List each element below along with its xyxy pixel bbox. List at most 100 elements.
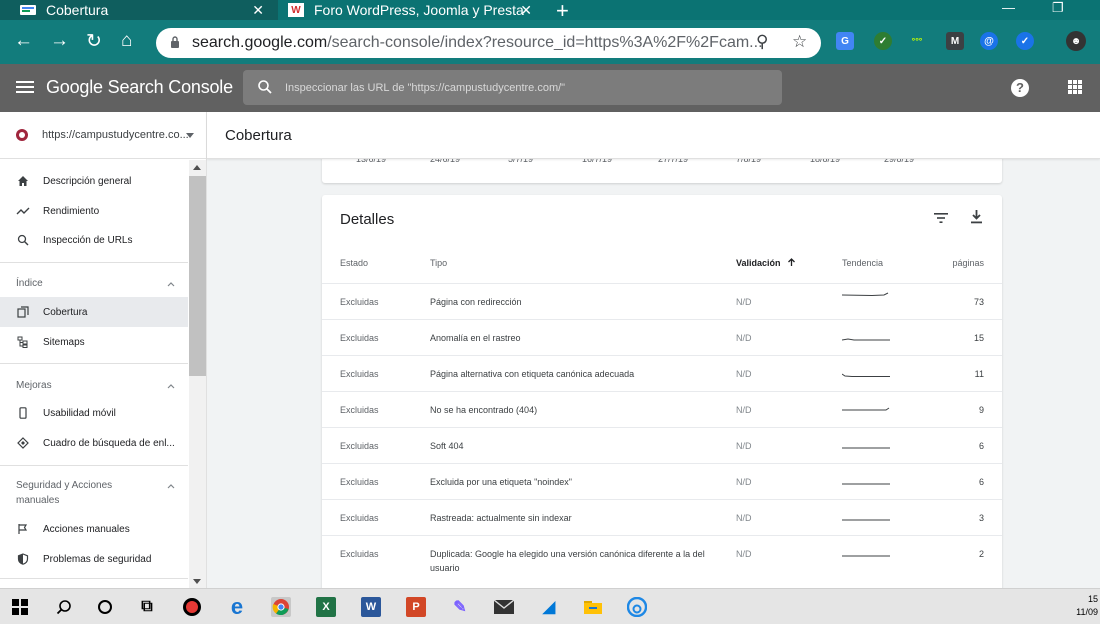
cell-estado: Excluidas — [340, 513, 379, 523]
reload-icon[interactable]: ↻ — [86, 30, 102, 53]
menu-icon[interactable] — [16, 78, 34, 98]
notes-icon[interactable]: ◢ — [539, 597, 559, 617]
profile-avatar-icon[interactable]: ☻ — [1066, 31, 1086, 51]
maximize-icon[interactable]: ❐ — [1052, 0, 1064, 16]
clock-time: 15 — [1087, 594, 1098, 604]
apps-grid-icon[interactable] — [1068, 80, 1082, 94]
trend-sparkline — [842, 483, 890, 485]
word-icon[interactable]: W — [361, 597, 381, 617]
sidebar-item-security-issues[interactable]: Problemas de seguridad — [0, 544, 188, 574]
table-row[interactable]: Excluidas Página con redirección N/D 73 — [322, 283, 1002, 319]
sitelinks-icon — [16, 436, 30, 450]
lock-icon — [171, 36, 179, 48]
chrome-icon[interactable] — [271, 597, 291, 617]
trend-sparkline — [842, 373, 890, 377]
clock-date: 11/09 — [1076, 607, 1098, 617]
seo-extension-icon[interactable]: °°° — [908, 32, 926, 50]
sidebar-item-label: Acciones manuales — [43, 523, 130, 535]
url-host: search.google.com — [192, 34, 328, 51]
sidebar-item-manual-actions[interactable]: Acciones manuales — [0, 514, 188, 544]
sidebar-item-performance[interactable]: Rendimiento — [0, 196, 188, 226]
translate-icon[interactable]: G — [836, 32, 854, 50]
m-extension-icon[interactable]: M — [946, 32, 964, 50]
excel-icon[interactable]: X — [316, 597, 336, 617]
scroll-thumb[interactable] — [189, 176, 206, 376]
table-row[interactable]: Excluidas No se ha encontrado (404) N/D … — [322, 391, 1002, 427]
edge-icon[interactable]: e — [227, 594, 247, 619]
divider — [0, 262, 188, 263]
tab-cobertura[interactable]: Cobertura ✕ — [0, 0, 278, 20]
sidebar-item-label: Cuadro de búsqueda de enl... — [43, 437, 175, 449]
cell-validacion: N/D — [736, 549, 752, 559]
close-tab-icon[interactable]: ✕ — [520, 0, 532, 20]
mail-icon[interactable] — [494, 597, 514, 617]
column-header-label: Validación — [736, 258, 781, 268]
scroll-down-icon[interactable] — [193, 579, 201, 584]
system-clock[interactable]: 15 11/09 — [1076, 593, 1098, 619]
tab-title: Cobertura — [46, 2, 109, 18]
url-inspection-search[interactable]: Inspeccionar las URL de "https://campust… — [243, 70, 782, 105]
close-tab-icon[interactable]: ✕ — [252, 0, 264, 20]
section-index-title: Índice — [16, 278, 43, 289]
cell-estado: Excluidas — [340, 549, 379, 559]
home-icon[interactable]: ⌂ — [121, 30, 132, 52]
search-placeholder: Inspeccionar las URL de "https://campust… — [285, 81, 566, 94]
column-header-paginas[interactable]: páginas — [952, 258, 984, 268]
sidebar-item-sitelinks-searchbox[interactable]: Cuadro de búsqueda de enl... — [0, 428, 188, 458]
cortana-icon[interactable] — [95, 597, 115, 617]
powerpoint-icon[interactable]: P — [406, 597, 426, 617]
chevron-up-icon[interactable] — [166, 481, 176, 491]
table-row[interactable]: Excluidas Página alternativa con etiquet… — [322, 355, 1002, 391]
cell-tipo: Página alternativa con etiqueta canónica… — [430, 369, 635, 379]
filter-icon[interactable] — [934, 212, 948, 224]
chevron-up-icon[interactable] — [166, 279, 176, 289]
back-icon[interactable]: ← — [14, 30, 33, 52]
minimize-icon[interactable]: — — [1002, 0, 1015, 15]
forum-favicon-icon: W — [288, 3, 304, 17]
column-header-estado[interactable]: Estado — [340, 258, 368, 268]
chevron-up-icon[interactable] — [166, 381, 176, 391]
check-extension-icon[interactable]: ✓ — [1016, 32, 1034, 50]
download-icon[interactable] — [970, 209, 983, 224]
address-bar[interactable]: search.google.com/search-console/index?r… — [156, 28, 821, 58]
zoom-icon[interactable]: ⚲ — [756, 32, 768, 52]
adblock-shield-icon[interactable]: ✓ — [874, 32, 892, 50]
table-row[interactable]: Excluidas Anomalía en el rastreo N/D 15 — [322, 319, 1002, 355]
sidebar-item-overview[interactable]: Descripción general — [0, 166, 188, 196]
paint-icon[interactable]: ✎ — [450, 597, 470, 617]
sidebar-item-coverage[interactable]: Cobertura — [0, 297, 188, 327]
table-row[interactable]: Excluidas Soft 404 N/D 6 — [322, 427, 1002, 463]
sync-app-icon[interactable] — [627, 597, 647, 617]
property-favicon-icon — [16, 129, 28, 141]
details-card: Detalles Estado Tipo Validación Tendenci… — [322, 195, 1002, 595]
sidebar-scrollbar[interactable] — [189, 160, 206, 588]
divider — [0, 465, 188, 466]
search-icon — [16, 233, 30, 247]
sidebar-item-label: Descripción general — [43, 175, 132, 187]
record-icon[interactable] — [182, 597, 202, 617]
cell-validacion: N/D — [736, 369, 752, 379]
forward-icon[interactable]: → — [50, 30, 69, 52]
windows-start-icon[interactable] — [10, 597, 30, 617]
section-security-title: Seguridad y Acciones manuales — [16, 480, 113, 506]
home-icon — [16, 174, 30, 188]
table-row[interactable]: Excluidas Rastreada: actualmente sin ind… — [322, 499, 1002, 535]
scroll-up-icon[interactable] — [193, 165, 201, 170]
column-header-validacion[interactable]: Validación — [736, 258, 796, 268]
property-selector[interactable]: https://campustudycentre.co... — [0, 112, 206, 159]
at-extension-icon[interactable]: @ — [980, 32, 998, 50]
table-row[interactable]: Excluidas Excluida por una etiqueta "noi… — [322, 463, 1002, 499]
file-explorer-icon[interactable] — [583, 597, 603, 617]
sidebar-item-sitemaps[interactable]: Sitemaps — [0, 327, 188, 357]
cell-tipo: No se ha encontrado (404) — [430, 405, 538, 415]
task-view-icon[interactable]: ⧉ — [137, 597, 157, 617]
sidebar-item-mobile-usability[interactable]: Usabilidad móvil — [0, 398, 188, 428]
cell-estado: Excluidas — [340, 333, 379, 343]
help-icon[interactable]: ? — [1011, 79, 1029, 97]
tab-foro[interactable]: W Foro WordPress, Joomla y Presta ✕ — [278, 0, 546, 20]
sidebar-item-url-inspection[interactable]: Inspección de URLs — [0, 225, 188, 255]
table-row[interactable]: Excluidas Duplicada: Google ha elegido u… — [322, 535, 1002, 585]
bookmark-star-icon[interactable]: ☆ — [792, 32, 807, 52]
search-icon[interactable] — [54, 597, 74, 617]
column-header-tipo[interactable]: Tipo — [430, 258, 447, 268]
